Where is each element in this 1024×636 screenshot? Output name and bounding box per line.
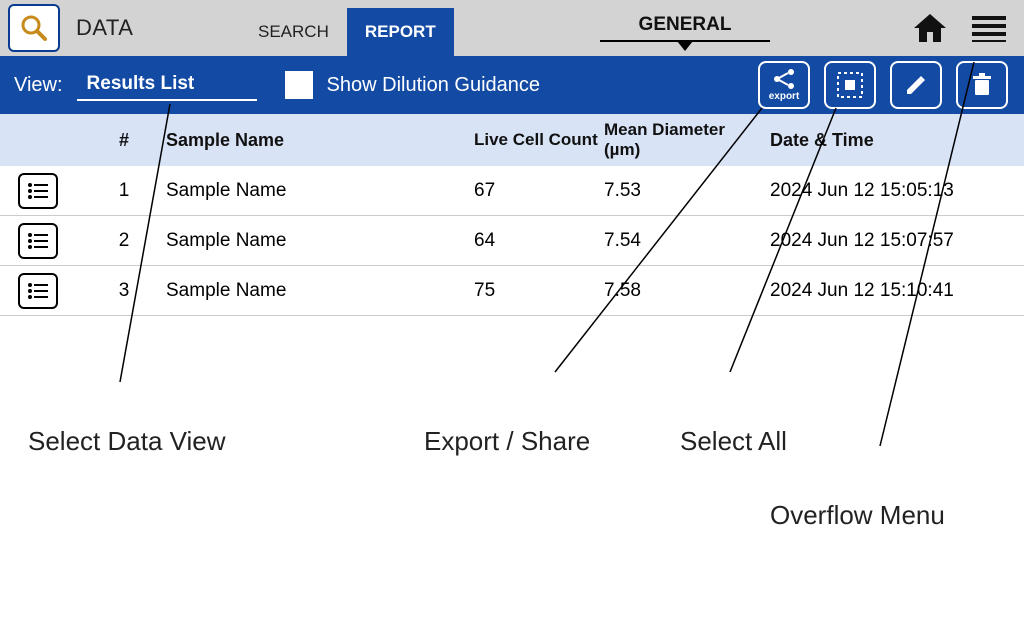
cell-mean: 7.53 <box>604 180 764 202</box>
share-icon <box>772 68 796 90</box>
callouts: Select Data View Export / Share Select A… <box>0 316 1024 636</box>
view-select[interactable]: Results List <box>77 69 257 101</box>
table-body: 1 Sample Name 67 7.53 2024 Jun 12 15:05:… <box>0 166 1024 316</box>
delete-button[interactable] <box>956 61 1008 109</box>
pencil-icon <box>903 72 929 98</box>
cell-num: 2 <box>84 230 164 252</box>
callout-select-view: Select Data View <box>28 426 226 457</box>
table-header: # Sample Name Live Cell Count Mean Diame… <box>0 114 1024 166</box>
col-name-header: Sample Name <box>164 130 474 151</box>
select-all-icon <box>836 71 864 99</box>
general-label: GENERAL <box>639 14 732 36</box>
cell-live: 75 <box>474 280 604 302</box>
tab-search[interactable]: SEARCH <box>240 8 347 56</box>
topbar: DATA SEARCH REPORT GENERAL <box>0 0 1024 56</box>
callout-select-all: Select All <box>680 426 787 457</box>
table-row[interactable]: 2 Sample Name 64 7.54 2024 Jun 12 15:07:… <box>0 216 1024 266</box>
trash-icon <box>970 72 994 98</box>
col-mean-header: Mean Diameter (µm) <box>604 120 764 159</box>
list-icon <box>27 232 49 250</box>
cell-mean: 7.58 <box>604 280 764 302</box>
blue-actions: export <box>758 61 1008 109</box>
magnifier-icon <box>18 12 50 44</box>
general-dropdown[interactable]: GENERAL <box>600 14 770 51</box>
cell-name: Sample Name <box>164 280 474 302</box>
dilution-label: Show Dilution Guidance <box>327 74 540 97</box>
view-select-value: Results List <box>87 73 195 94</box>
search-button[interactable] <box>8 4 60 52</box>
view-label: View: <box>14 74 63 97</box>
table-row[interactable]: 1 Sample Name 67 7.53 2024 Jun 12 15:05:… <box>0 166 1024 216</box>
list-icon <box>27 182 49 200</box>
blue-toolbar: View: Results List Show Dilution Guidanc… <box>0 56 1024 114</box>
row-details-button[interactable] <box>18 273 58 309</box>
cell-date: 2024 Jun 12 15:10:41 <box>764 280 1024 302</box>
col-date-header: Date & Time <box>764 130 1024 151</box>
caret-down-icon <box>677 41 693 51</box>
row-details-button[interactable] <box>18 223 58 259</box>
callout-overflow: Overflow Menu <box>770 500 945 531</box>
edit-button[interactable] <box>890 61 942 109</box>
cell-name: Sample Name <box>164 180 474 202</box>
top-icons <box>912 12 1006 44</box>
hamburger-menu-icon[interactable] <box>972 14 1006 42</box>
tab-report[interactable]: REPORT <box>347 8 454 56</box>
cell-live: 67 <box>474 180 604 202</box>
export-mini-label: export <box>769 91 800 102</box>
tabs: SEARCH REPORT <box>240 8 454 56</box>
dilution-checkbox[interactable] <box>285 71 313 99</box>
list-icon <box>27 282 49 300</box>
cell-name: Sample Name <box>164 230 474 252</box>
export-button[interactable]: export <box>758 61 810 109</box>
table-row[interactable]: 3 Sample Name 75 7.58 2024 Jun 12 15:10:… <box>0 266 1024 316</box>
select-all-button[interactable] <box>824 61 876 109</box>
cell-num: 1 <box>84 180 164 202</box>
cell-live: 64 <box>474 230 604 252</box>
cell-date: 2024 Jun 12 15:05:13 <box>764 180 1024 202</box>
home-icon[interactable] <box>912 12 948 44</box>
cell-num: 3 <box>84 280 164 302</box>
col-num-header: # <box>84 130 164 151</box>
row-details-button[interactable] <box>18 173 58 209</box>
page-title: DATA <box>76 15 133 41</box>
col-live-header: Live Cell Count <box>474 130 604 150</box>
cell-mean: 7.54 <box>604 230 764 252</box>
callout-export-share: Export / Share <box>424 426 590 457</box>
cell-date: 2024 Jun 12 15:07:57 <box>764 230 1024 252</box>
